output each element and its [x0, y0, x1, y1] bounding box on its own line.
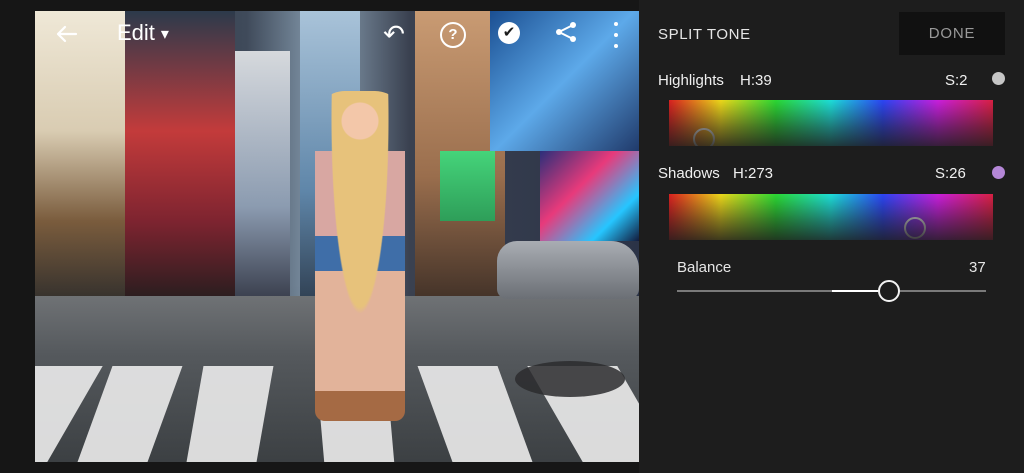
highlights-hue-value: H:39 [740, 72, 772, 89]
shadows-hue-value: H:273 [733, 165, 774, 182]
share-button[interactable] [553, 20, 579, 44]
shadows-saturation-value: S:26 [935, 165, 966, 182]
shadows-picker-handle[interactable] [903, 217, 926, 240]
back-button[interactable] [54, 22, 80, 46]
split-tone-panel: SPLIT TONE DONE Highlights H:39 S:2 Shad… [639, 0, 1024, 473]
building-red-sign [125, 11, 235, 311]
more-vertical-icon [614, 44, 618, 48]
edit-mode-label: Edit [117, 20, 155, 45]
highlights-color-swatch [992, 72, 1005, 85]
help-icon: ? [448, 26, 458, 43]
apply-button[interactable]: ✔ [498, 22, 520, 44]
building-mid [235, 51, 290, 311]
back-arrow-icon [56, 25, 78, 43]
highlights-picker-handle[interactable] [693, 128, 716, 146]
highlights-saturation-value: S:2 [945, 72, 968, 89]
help-button[interactable]: ? [440, 22, 466, 48]
balance-slider-thumb[interactable] [877, 280, 900, 302]
balance-value: 37 [969, 259, 986, 276]
parked-car [497, 241, 639, 299]
edit-mode-dropdown[interactable]: Edit ▾ [117, 20, 169, 46]
billboard-colorful [540, 151, 639, 241]
manhole-cover [515, 361, 625, 397]
checkmark-icon: ✔ [502, 24, 516, 41]
shadows-color-picker[interactable] [669, 194, 993, 240]
balance-slider-track[interactable] [677, 280, 986, 302]
highlights-label: Highlights [658, 72, 724, 89]
photo-preview[interactable] [35, 11, 639, 462]
undo-button[interactable]: ↶ [380, 20, 408, 48]
balance-label: Balance [677, 259, 732, 276]
shadows-color-swatch [992, 166, 1005, 179]
woman-subject [315, 91, 405, 421]
chevron-down-icon: ▾ [160, 26, 169, 43]
more-vertical-icon [614, 33, 618, 37]
more-options-button[interactable] [612, 22, 620, 48]
panel-title: SPLIT TONE [658, 26, 751, 43]
more-vertical-icon [614, 22, 618, 26]
building-left-billboard [35, 11, 125, 311]
undo-icon: ↶ [383, 19, 405, 49]
done-button[interactable]: DONE [899, 12, 1005, 55]
photo-canvas-area: Edit ▾ ↶ ? ✔ [0, 0, 711, 473]
share-icon [556, 22, 576, 42]
highlights-color-picker[interactable] [669, 100, 993, 146]
shadows-label: Shadows [658, 165, 720, 182]
nyc-sign [440, 151, 495, 221]
